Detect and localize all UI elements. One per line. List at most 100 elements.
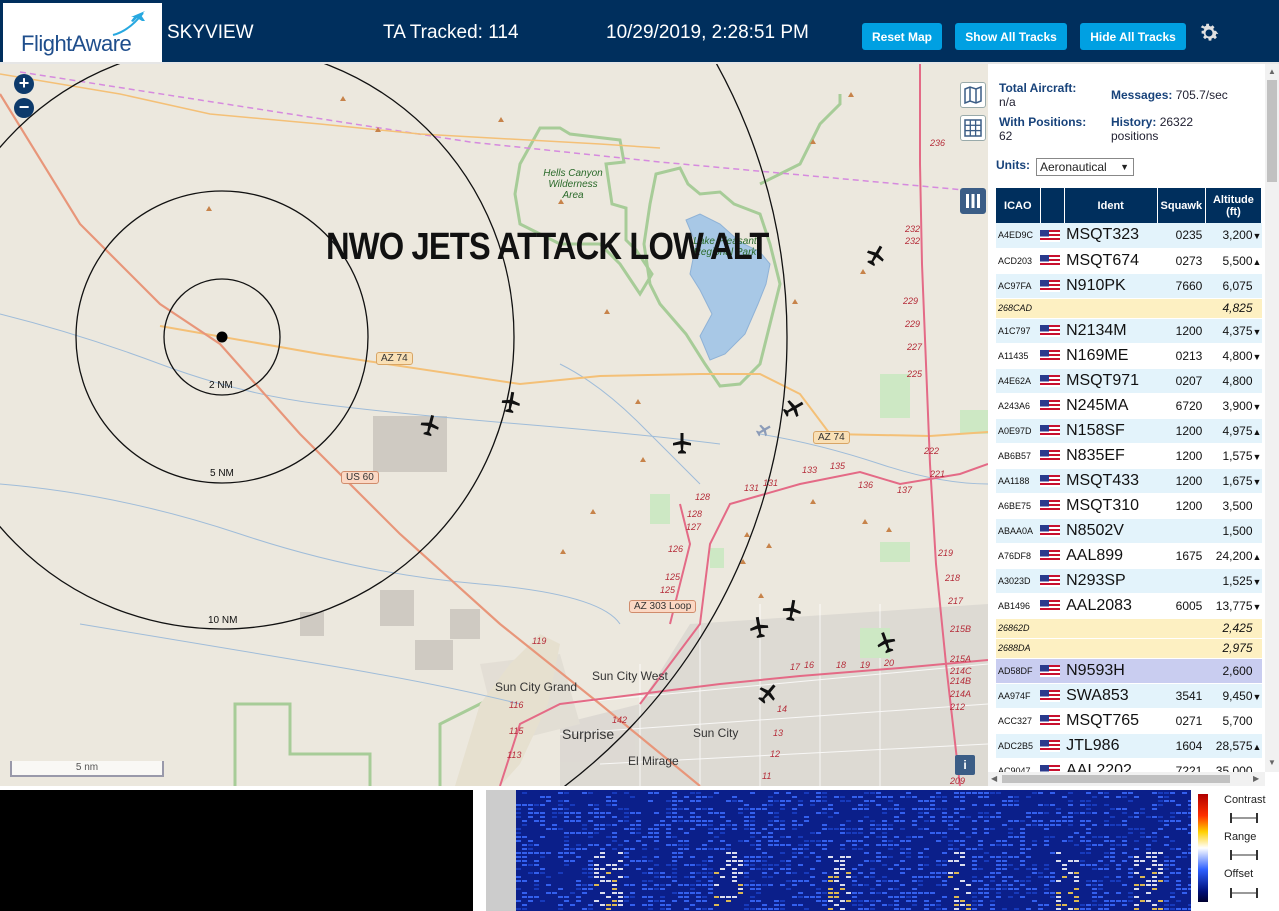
range-slider[interactable] [1228,849,1260,861]
table-row[interactable]: A76DF8 AAL899 1675 24,200▲ [996,543,1262,569]
aircraft-sidebar: Total Aircraft: n/a Messages: 705.7/sec … [988,64,1279,786]
toggle-sidebar-button[interactable] [960,188,986,214]
flag-cell [1040,223,1065,249]
ident-cell: N293SP [1064,568,1158,594]
column-header-altitude[interactable]: Altitude (ft) [1205,188,1263,223]
table-row[interactable]: A4E62A MSQT971 0207 4,800 [996,368,1262,394]
route-number: 125 [660,585,676,595]
flag-cell [1040,248,1065,274]
route-number: 16 [804,660,815,670]
table-row[interactable]: AC97FA N910PK 7660 6,075 [996,273,1262,299]
table-row[interactable]: A11435 N169ME 0213 4,800▼ [996,343,1262,369]
route-number: 13 [773,728,784,738]
flightaware-logo[interactable]: FlightAware [3,3,162,62]
table-row[interactable]: ABAA0A N8502V 1,500 [996,518,1262,544]
table-row[interactable]: AB6B57 N835EF 1200 1,575▼ [996,443,1262,469]
us-flag-icon [1040,400,1061,413]
sun-city-grand-label: Sun City Grand [495,680,578,694]
reset-map-button[interactable]: Reset Map [862,23,942,50]
contrast-slider[interactable] [1228,812,1260,824]
map-grid-button[interactable] [960,115,986,141]
column-header-icao[interactable]: ICAO [996,188,1041,223]
route-number: 142 [612,715,628,725]
waterfall-colorbar [1198,794,1208,902]
column-header-ident[interactable]: Ident [1064,188,1158,223]
squawk-cell: 1200 [1157,493,1206,519]
scroll-left-arrow-icon[interactable]: ◀ [991,774,997,783]
route-number: 222 [924,446,940,456]
hells-canyon-label: Hells Canyon Wilderness Area [543,168,603,201]
vertical-scroll-thumb[interactable] [1267,80,1277,182]
with-positions-stat: With Positions: 62 [999,115,1086,143]
route-number: 229 [903,296,919,306]
ident-cell: N910PK [1064,273,1158,299]
flag-cell [1040,443,1065,469]
table-row[interactable]: AA1188 MSQT433 1200 1,675▼ [996,468,1262,494]
hells-canyon-boundary [513,126,654,297]
altitude-trend-icon: ▲ [1252,256,1262,267]
icao-cell: AD58DF [996,658,1041,684]
table-row[interactable]: ADC2B5 JTL986 1604 28,575▲ [996,733,1262,759]
squawk-cell: 1200 [1157,318,1206,344]
squawk-cell: 0273 [1157,248,1206,274]
table-row[interactable]: A3023D N293SP 1,525▼ [996,568,1262,594]
table-row[interactable]: A6BE75 MSQT310 1200 3,500 [996,493,1262,519]
table-row[interactable]: 268CAD 4,825 [996,298,1262,319]
receiver-location [216,331,228,343]
settings-gear-icon[interactable] [1197,21,1221,45]
ident-cell: MSQT310 [1064,493,1158,519]
table-row[interactable]: AD58DF N9593H 2,600 [996,658,1262,684]
sidebar-vertical-scrollbar[interactable]: ▲ ▼ [1265,64,1279,772]
route-number: 232 [905,224,921,234]
surprise-label: Surprise [562,726,615,742]
column-header-squawk[interactable]: Squawk [1157,188,1206,223]
flag-cell [1040,368,1065,394]
us-flag-icon [1040,575,1061,588]
contrast-label: Contrast [1224,794,1266,806]
county-line [19,71,987,193]
table-row[interactable]: A1C797 N2134M 1200 4,375▼ [996,318,1262,344]
scroll-down-arrow-icon[interactable]: ▼ [1268,758,1276,767]
table-row[interactable]: ACD203 MSQT674 0273 5,500▲ [996,248,1262,274]
skyview-app: FlightAware SKYVIEW TA Tracked: 114 10/2… [0,0,1279,911]
zoom-in-button[interactable]: + [14,74,34,94]
table-row[interactable]: 2688DA 2,975 [996,638,1262,659]
squawk-cell: 7660 [1157,273,1206,299]
map-view[interactable]: Hells Canyon Wilderness Area Lake Pleasa… [0,64,988,786]
column-header-flag[interactable] [1040,188,1065,223]
with-positions-value: 62 [999,129,1013,143]
table-row[interactable]: A4ED9C MSQT323 0235 3,200▼ [996,223,1262,249]
map-layers-button[interactable] [960,82,986,108]
table-row[interactable]: AB1496 AAL2083 6005 13,775▼ [996,593,1262,619]
flag-cell [1040,393,1065,419]
altitude-trend-icon: ▲ [1252,426,1262,437]
scroll-up-arrow-icon[interactable]: ▲ [1268,67,1276,76]
table-row[interactable]: 26862D 2,425 [996,618,1262,639]
show-all-tracks-button[interactable]: Show All Tracks [955,23,1067,50]
table-row[interactable]: A243A6 N245MA 6720 3,900▼ [996,393,1262,419]
map-info-button[interactable]: i [955,755,975,775]
units-select[interactable]: Aeronautical ▼ [1036,158,1134,176]
zoom-out-button[interactable]: − [14,98,34,118]
horizontal-scroll-thumb[interactable] [1002,775,1230,783]
altitude-cell: 1,500 [1205,518,1262,544]
hide-all-tracks-button[interactable]: Hide All Tracks [1080,23,1186,50]
us60-shield: US 60 [341,471,379,484]
offset-slider[interactable] [1228,887,1260,899]
icao-cell: AB6B57 [996,443,1041,469]
altitude-value: 3,900 [1222,398,1253,413]
sidebar-horizontal-scrollbar[interactable]: ◀ ▶ [988,772,1265,786]
table-row[interactable]: ACC327 MSQT765 0271 5,700 [996,708,1262,734]
table-row[interactable]: AA974F SWA853 3541 9,450▼ [996,683,1262,709]
table-row[interactable]: A0E97D N158SF 1200 4,975▲ [996,418,1262,444]
route-number: 14 [777,704,788,714]
icao-cell: AC97FA [996,273,1041,299]
route-number: 214C [950,666,972,676]
flag-cell [1040,318,1065,344]
waterfall-display [486,790,1191,911]
squawk-cell [1157,618,1206,639]
scroll-right-arrow-icon[interactable]: ▶ [1253,774,1259,783]
units-label: Units: [996,158,1030,172]
altitude-cell: 3,500 [1205,493,1262,519]
flag-cell [1040,683,1065,709]
